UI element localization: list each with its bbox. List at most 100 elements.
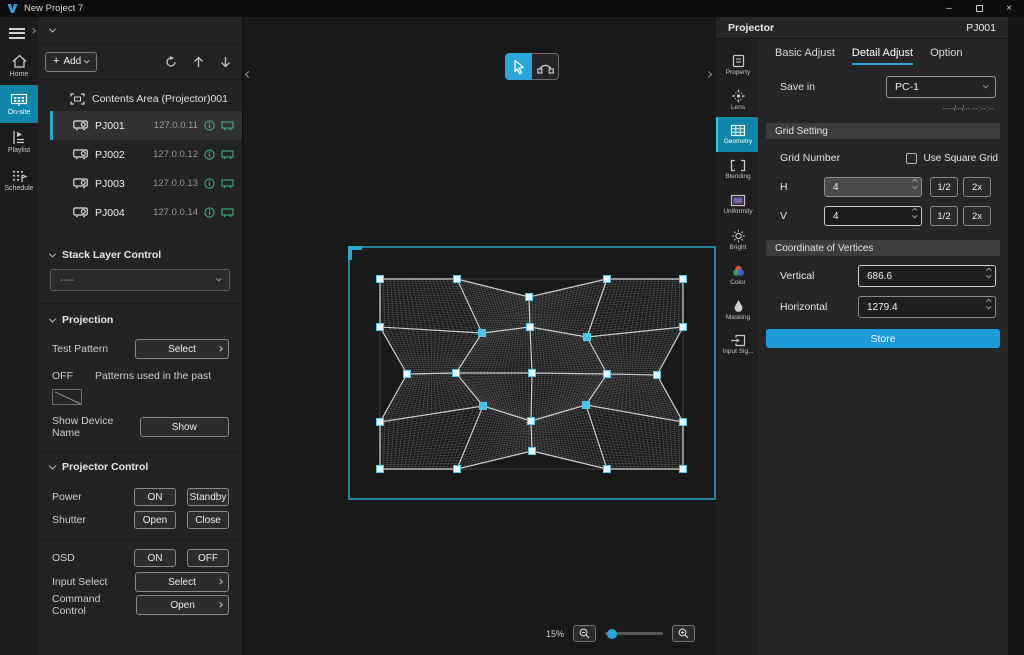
grid-h-half-button[interactable]: 1/2 [930, 177, 958, 197]
menu-button[interactable] [9, 25, 29, 41]
tab-basic-adjust[interactable]: Basic Adjust [775, 47, 835, 65]
use-square-grid-checkbox[interactable] [906, 153, 917, 164]
mesh-vertex-handle[interactable] [480, 403, 487, 410]
grid-v-stepper[interactable] [824, 206, 922, 226]
zoom-slider[interactable] [605, 632, 663, 635]
mesh-vertex-handle[interactable] [584, 334, 591, 341]
shutter-open-button[interactable]: Open [134, 511, 176, 529]
sidebar-item-onsite[interactable]: On-site [0, 85, 38, 123]
mesh-vertex-handle[interactable] [680, 419, 687, 426]
sidebar-item-playlist[interactable]: Playlist [0, 123, 38, 161]
grid-h-input[interactable] [825, 182, 921, 193]
store-button[interactable]: Store [766, 329, 1000, 348]
section-stack-layer-control[interactable]: Stack Layer Control [38, 249, 242, 261]
grid-v-double-button[interactable]: 2x [963, 206, 991, 226]
mesh-vertex-handle[interactable] [680, 324, 687, 331]
section-projection[interactable]: Projection [38, 314, 242, 326]
test-pattern-select-button[interactable]: Select [135, 339, 229, 359]
add-button[interactable]: + Add [45, 52, 97, 72]
vertical-stepper[interactable] [858, 265, 996, 287]
mesh-vertex-handle[interactable] [377, 419, 384, 426]
mesh-vertex-handle[interactable] [377, 276, 384, 283]
spin-down-icon[interactable] [912, 184, 917, 189]
grid-h-double-button[interactable]: 2x [963, 177, 991, 197]
zoom-out-button[interactable] [573, 625, 596, 642]
projector-row-pj002[interactable]: PJ002 127.0.0.12 [50, 140, 242, 169]
tool-bright[interactable]: Bright [716, 222, 758, 257]
section-projector-control[interactable]: Projector Control [38, 461, 242, 473]
refresh-button[interactable] [164, 55, 178, 69]
mesh-vertex-handle[interactable] [404, 371, 411, 378]
tab-detail-adjust[interactable]: Detail Adjust [852, 47, 913, 65]
tool-input-signal[interactable]: Input Sig... [716, 327, 758, 362]
mesh-vertex-handle[interactable] [529, 370, 536, 377]
grid-v-half-button[interactable]: 1/2 [930, 206, 958, 226]
mesh-vertex-handle[interactable] [454, 466, 461, 473]
pattern-thumbnail[interactable] [52, 389, 82, 405]
mesh-vertex-handle[interactable] [604, 276, 611, 283]
projector-row-pj004[interactable]: PJ004 127.0.0.14 [50, 198, 242, 227]
close-button[interactable]: × [994, 0, 1024, 17]
panel-title: Projector [728, 22, 774, 34]
sidebar-item-home[interactable]: Home [0, 47, 38, 85]
tool-geometry[interactable]: Geometry [716, 117, 758, 152]
mesh-vertex-handle[interactable] [527, 324, 534, 331]
mesh-vertex-handle[interactable] [654, 372, 661, 379]
zoom-in-button[interactable] [672, 625, 695, 642]
shutter-close-button[interactable]: Close [187, 511, 229, 529]
tool-lens[interactable]: Lens [716, 82, 758, 117]
tool-uniformity[interactable]: Uniformity [716, 187, 758, 222]
projector-row-pj001[interactable]: PJ001 127.0.0.11 [50, 111, 242, 140]
sidebar-item-schedule[interactable]: Schedule [0, 161, 38, 199]
mesh-vertex-handle[interactable] [680, 466, 687, 473]
command-control-button[interactable]: Open [136, 595, 229, 615]
tab-option[interactable]: Option [930, 47, 962, 65]
horizontal-input[interactable] [859, 302, 995, 313]
mesh-vertex-handle[interactable] [453, 370, 460, 377]
zoom-slider-thumb[interactable] [607, 629, 617, 639]
tool-masking[interactable]: Masking [716, 292, 758, 327]
collapse-panel-icon[interactable] [49, 25, 56, 32]
contents-area-item[interactable]: Contents Area (Projector)001 [38, 86, 242, 111]
minimize-button[interactable]: – [934, 0, 964, 17]
mesh-vertex-handle[interactable] [479, 330, 486, 337]
grid-v-input[interactable] [825, 211, 921, 222]
mesh-vertex-handle[interactable] [583, 402, 590, 409]
spin-down-icon[interactable] [986, 304, 991, 309]
mesh-vertex-handle[interactable] [680, 276, 687, 283]
show-device-name-button[interactable]: Show [140, 417, 229, 437]
horizontal-stepper[interactable] [858, 296, 996, 318]
mesh-vertex-handle[interactable] [526, 294, 533, 301]
mesh-vertex-handle[interactable] [604, 466, 611, 473]
mesh-vertex-handle[interactable] [377, 466, 384, 473]
geometry-canvas[interactable]: 15% [243, 17, 716, 655]
move-down-button[interactable] [218, 55, 232, 69]
mesh-vertex-handle[interactable] [529, 448, 536, 455]
projector-row-pj003[interactable]: PJ003 127.0.0.13 [50, 169, 242, 198]
power-on-button[interactable]: ON [134, 488, 176, 506]
osd-off-button[interactable]: OFF [187, 549, 229, 567]
brightness-icon [731, 229, 746, 243]
stack-layer-dropdown[interactable]: ---- [50, 269, 230, 291]
sidebar-expand-icon[interactable] [30, 28, 35, 33]
save-in-dropdown[interactable]: PC-1 [886, 76, 996, 98]
power-standby-button[interactable]: Standby [187, 488, 229, 506]
tool-property[interactable]: Property [716, 47, 758, 82]
mesh-vertex-handle[interactable] [377, 324, 384, 331]
mesh-vertex-handle[interactable] [528, 418, 535, 425]
mesh-svg[interactable] [243, 17, 716, 655]
refresh-icon [165, 56, 177, 68]
vertical-input[interactable] [859, 271, 995, 282]
grid-h-stepper[interactable] [824, 177, 922, 197]
spin-down-icon[interactable] [986, 273, 991, 278]
spin-down-icon[interactable] [912, 213, 917, 218]
mesh-vertex-handle[interactable] [454, 276, 461, 283]
mesh-vertex-handle[interactable] [604, 371, 611, 378]
move-up-button[interactable] [191, 55, 205, 69]
osd-on-button[interactable]: ON [134, 549, 176, 567]
input-select-button[interactable]: Select [135, 572, 229, 592]
app-logo-icon [7, 3, 18, 14]
tool-color[interactable]: Color [716, 257, 758, 292]
maximize-button[interactable] [964, 0, 994, 17]
tool-blending[interactable]: Blending [716, 152, 758, 187]
